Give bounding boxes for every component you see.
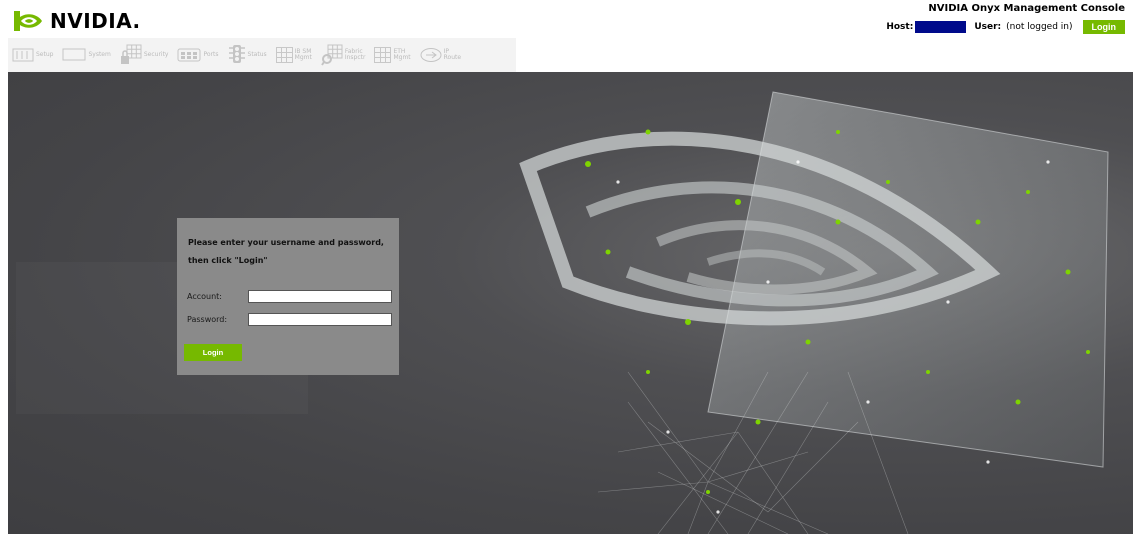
nav-label: Status [247, 51, 267, 58]
login-instructions: Please enter your username and password,… [188, 234, 393, 270]
header: NVIDIA. NVIDIA Onyx Management Console H… [0, 0, 1133, 38]
nav-item-ports[interactable]: Ports [177, 47, 219, 63]
nav-item-system[interactable]: System [62, 47, 111, 63]
host-label: Host: [886, 22, 914, 32]
nav-label: Setup [36, 51, 54, 58]
login-instructions-line1: Please enter your username and password, [188, 238, 384, 247]
ip-route-icon [420, 47, 442, 63]
password-row: Password: [187, 313, 392, 326]
nav-item-ip-route[interactable]: IP Route [420, 47, 461, 63]
nav-label: System [88, 51, 111, 58]
nav-toolbar: Setup System Security Ports Status IB SM… [8, 38, 516, 72]
ib-sm-icon [275, 47, 293, 63]
nav-item-setup[interactable]: Setup [12, 47, 53, 63]
nav-label: Security [143, 51, 169, 58]
host-value-redacted [915, 21, 967, 33]
host-user-bar: Host: User: (not logged in) Login [886, 20, 1125, 34]
fabric-inspector-icon [320, 44, 343, 66]
nav-item-eth-mgmt[interactable]: ETH Mgmt [374, 47, 411, 63]
account-row: Account: [187, 290, 392, 303]
nvidia-glass-logo-artwork [519, 91, 1109, 534]
nav-item-status[interactable]: Status [228, 44, 267, 66]
nav-item-security[interactable]: Security [120, 44, 169, 66]
account-input[interactable] [248, 290, 392, 303]
login-panel: Please enter your username and password,… [177, 218, 399, 375]
nav-label: IB SM Mgmt [294, 48, 312, 61]
nav-item-ib-sm-mgmt[interactable]: IB SM Mgmt [275, 47, 312, 63]
password-input[interactable] [248, 313, 392, 326]
user-value: (not logged in) [1006, 22, 1073, 32]
nvidia-logo[interactable]: NVIDIA. [14, 9, 141, 33]
account-label: Account: [187, 292, 222, 301]
login-instructions-line2: then click "Login" [188, 256, 268, 265]
nav-item-fabric-inspector[interactable]: Fabric Inspctr [320, 44, 366, 66]
ports-icon [177, 47, 201, 63]
lock-icon [120, 44, 142, 66]
app-title: NVIDIA Onyx Management Console [928, 3, 1125, 14]
nvidia-eye-icon [14, 11, 42, 31]
header-login-button[interactable]: Login [1082, 20, 1125, 34]
setup-icon [12, 47, 34, 63]
login-button[interactable]: Login [184, 344, 242, 361]
user-label: User: [974, 22, 1002, 32]
nav-label: Ports [203, 51, 219, 58]
system-icon [62, 47, 86, 63]
nav-label: ETH Mgmt [393, 48, 411, 61]
password-label: Password: [187, 315, 228, 324]
eth-mgmt-icon [374, 47, 392, 63]
nav-label: Fabric Inspctr [344, 48, 366, 61]
nav-label: IP Route [443, 48, 462, 61]
brand-name: NVIDIA. [50, 9, 141, 33]
status-icon [228, 44, 246, 66]
